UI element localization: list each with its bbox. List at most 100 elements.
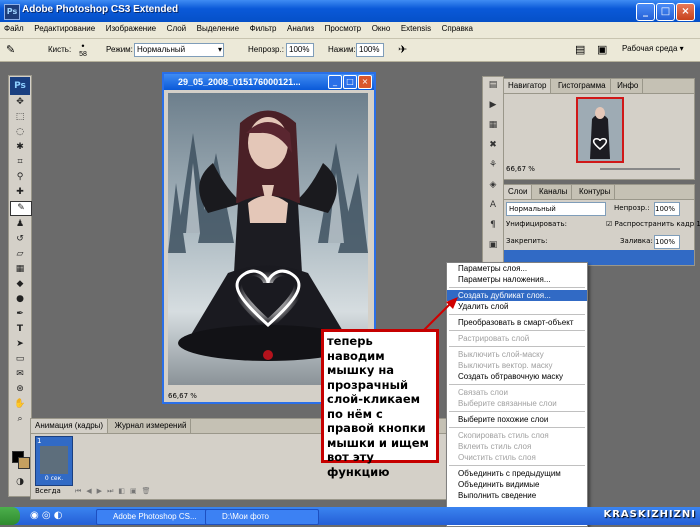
minimize-button[interactable]: _ — [636, 3, 655, 21]
brush-tool-icon[interactable]: ✎ — [6, 43, 15, 56]
layer-comps-icon[interactable]: ▣ — [485, 240, 501, 254]
context-menu-item[interactable]: Объединить видимые — [447, 479, 587, 490]
layer-opacity-input[interactable]: 100% — [654, 202, 680, 216]
marquee-tool-icon[interactable]: ⬚ — [10, 111, 30, 124]
maximize-button[interactable]: □ — [656, 3, 675, 21]
menu-filter[interactable]: Фильтр — [246, 22, 281, 33]
background-color-swatch[interactable] — [18, 457, 30, 469]
character-panel-icon[interactable]: A — [485, 200, 501, 214]
info-panel-icon[interactable]: ◈ — [485, 180, 501, 194]
brush-tool-icon[interactable]: ✎ — [10, 201, 32, 216]
context-menu-item[interactable]: Параметры слоя... — [447, 263, 587, 274]
quick-mask-icon[interactable]: ◑ — [10, 476, 30, 489]
doc-close-button[interactable]: × — [358, 75, 372, 89]
start-button[interactable] — [0, 507, 20, 525]
zoom-tool-icon[interactable]: ⌕ — [10, 413, 30, 426]
notes-tool-icon[interactable]: ✉ — [10, 368, 30, 381]
animation-frame[interactable]: 1 0 сек. — [35, 436, 73, 486]
navigator-zoom[interactable]: 66,67 % — [506, 165, 535, 173]
tool-box: Ps ✥ ⬚ ◌ ✱ ⌗ ⚲ ✚ ✎ ♟ ↺ ▱ ▦ ◆ ● ✒ T ➤ ▭ ✉… — [8, 75, 32, 497]
menu-extensis[interactable]: Extensis — [397, 22, 435, 33]
context-menu-item[interactable]: Преобразовать в смарт-объект — [447, 317, 587, 328]
crop-tool-icon[interactable]: ⌗ — [10, 156, 30, 169]
task-my-photos[interactable]: D:\Мои фото — [205, 509, 319, 525]
menu-separator — [449, 330, 585, 331]
opacity-input[interactable]: 100% — [286, 43, 314, 57]
menu-window[interactable]: Окно — [368, 22, 395, 33]
context-menu-item[interactable]: Параметры наложения... — [447, 274, 587, 285]
brush-label: Кисть: — [48, 45, 72, 54]
gradient-tool-icon[interactable]: ▦ — [10, 263, 30, 276]
pen-tool-icon[interactable]: ✒ — [10, 308, 30, 321]
actions-panel-icon[interactable]: ▶ — [485, 100, 501, 114]
menu-separator — [449, 314, 585, 315]
context-menu-item[interactable]: Выполнить сведение — [447, 490, 587, 501]
workspace-menu[interactable]: Рабочая среда ▾ — [622, 44, 684, 53]
menu-help[interactable]: Справка — [438, 22, 477, 33]
history-brush-tool-icon[interactable]: ↺ — [10, 233, 30, 246]
menu-image[interactable]: Изображение — [102, 22, 160, 33]
tab-histogram[interactable]: Гистограмма — [554, 79, 611, 93]
screen-mode-icon[interactable]: ▣ — [597, 43, 607, 56]
blur-tool-icon[interactable]: ◆ — [10, 278, 30, 291]
shape-tool-icon[interactable]: ▭ — [10, 353, 30, 366]
blend-mode-select[interactable]: Нормальный — [506, 202, 606, 216]
menu-edit[interactable]: Редактирование — [30, 22, 99, 33]
tab-layers[interactable]: Слои — [504, 185, 533, 199]
tool-presets-icon[interactable]: ▦ — [485, 120, 501, 134]
clone-source-icon[interactable]: ⚘ — [485, 160, 501, 174]
airbrush-icon[interactable]: ✈ — [398, 43, 407, 56]
type-tool-icon[interactable]: T — [10, 323, 30, 336]
lasso-tool-icon[interactable]: ◌ — [10, 126, 30, 139]
tab-navigator[interactable]: Навигатор — [504, 79, 552, 93]
menu-select[interactable]: Выделение — [193, 22, 243, 33]
context-menu-item: Очистить стиль слоя — [458, 453, 536, 462]
eyedropper-tool-icon[interactable]: ⚲ — [10, 171, 30, 184]
eraser-tool-icon[interactable]: ▱ — [10, 248, 30, 261]
context-menu-item[interactable]: Создать дубликат слоя... — [447, 290, 587, 301]
close-button[interactable]: × — [676, 3, 695, 21]
magic-wand-tool-icon[interactable]: ✱ — [10, 141, 30, 154]
dodge-tool-icon[interactable]: ● — [10, 293, 30, 306]
fill-input[interactable]: 100% — [654, 235, 680, 249]
menu-view[interactable]: Просмотр — [321, 22, 366, 33]
loop-select[interactable]: Всегда — [35, 487, 61, 495]
tab-info[interactable]: Инфо — [613, 79, 644, 93]
palette-icon[interactable]: ▤ — [575, 43, 585, 56]
history-panel-icon[interactable]: ▤ — [485, 80, 501, 94]
task-photoshop[interactable]: Adobe Photoshop CS... — [96, 509, 212, 525]
navigator-thumbnail[interactable] — [576, 97, 624, 163]
context-menu-item[interactable]: Создать обтравочную маску — [447, 371, 587, 382]
tab-measurement-log[interactable]: Журнал измерений — [111, 419, 192, 433]
context-menu-item[interactable]: Выберите похожие слои — [447, 414, 587, 425]
tab-paths[interactable]: Контуры — [575, 185, 616, 199]
navigator-zoom-slider[interactable] — [600, 168, 680, 170]
menu-bar: Файл Редактирование Изображение Слой Выд… — [0, 22, 700, 39]
3d-rotate-tool-icon[interactable]: ⊛ — [10, 383, 30, 396]
frame-delay[interactable]: 0 сек. — [36, 475, 72, 482]
quick-launch-icons[interactable]: ◉ ◎ ◐ — [30, 510, 63, 521]
menu-separator — [449, 346, 585, 347]
move-tool-icon[interactable]: ✥ — [10, 96, 30, 109]
hand-tool-icon[interactable]: ✋ — [10, 398, 30, 411]
healing-brush-tool-icon[interactable]: ✚ — [10, 186, 30, 199]
clone-stamp-tool-icon[interactable]: ♟ — [10, 218, 30, 231]
mode-select[interactable]: Нормальный ▾ — [134, 43, 224, 57]
pressure-input[interactable]: 100% — [356, 43, 384, 57]
blend-mode-value: Нормальный — [509, 205, 556, 213]
menu-layer[interactable]: Слой — [163, 22, 190, 33]
doc-minimize-button[interactable]: _ — [328, 75, 342, 89]
context-menu-item[interactable]: Объединить с предыдущим — [447, 468, 587, 479]
brush-preset-picker[interactable]: • 58 — [76, 41, 90, 59]
tab-animation[interactable]: Анимация (кадры) — [31, 419, 109, 433]
paragraph-panel-icon[interactable]: ¶ — [485, 220, 501, 234]
tab-channels[interactable]: Каналы — [535, 185, 573, 199]
brushes-panel-icon[interactable]: ✖ — [485, 140, 501, 154]
menu-file[interactable]: Файл — [0, 22, 28, 33]
playback-controls[interactable]: ⏮◀▶⏭◧▣🗑 — [75, 487, 155, 496]
doc-maximize-button[interactable]: □ — [343, 75, 357, 89]
propagate-frame-checkbox[interactable]: ☑ Распространить кадр 1 — [606, 220, 700, 228]
menu-analysis[interactable]: Анализ — [283, 22, 318, 33]
context-menu-item[interactable]: Удалить слой — [447, 301, 587, 312]
path-selection-tool-icon[interactable]: ➤ — [10, 338, 30, 351]
